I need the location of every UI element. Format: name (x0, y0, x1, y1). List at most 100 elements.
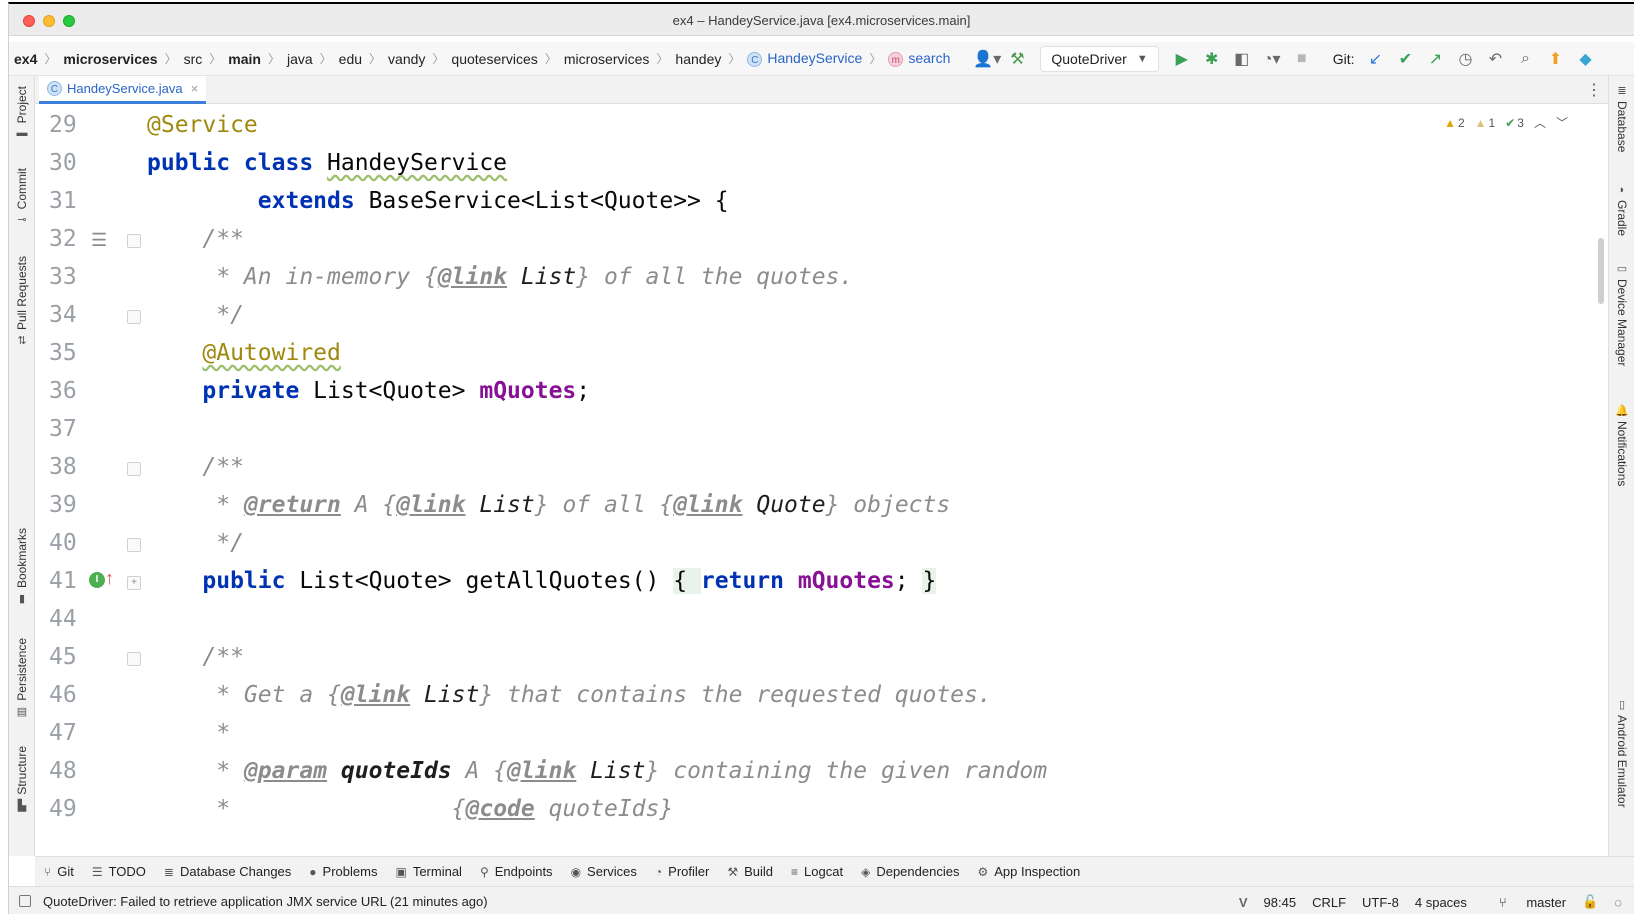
code-line[interactable]: 37 (35, 412, 1608, 450)
bottom-tool-problems[interactable]: ● Problems (309, 864, 377, 879)
tool-commit[interactable]: Commit ⊸ (9, 168, 35, 226)
line-number[interactable]: 36 (49, 378, 89, 404)
code-line[interactable]: 31 extends BaseService<List<Quote>> { (35, 184, 1608, 222)
caret-position[interactable]: 98:45 (1264, 895, 1297, 910)
line-number[interactable]: 33 (49, 264, 89, 290)
code-line[interactable]: 29 @Service (35, 108, 1608, 146)
tool-structure[interactable]: Structure ▙ (9, 746, 35, 812)
debug-icon[interactable]: ✱ (1197, 49, 1227, 69)
close-icon[interactable]: × (191, 81, 199, 96)
line-number[interactable]: 44 (49, 606, 89, 632)
line-number[interactable]: 48 (49, 758, 89, 784)
tool-device-manager[interactable]: ▭ Device Manager (1609, 262, 1634, 366)
bottom-tool-dependencies[interactable]: ◈ Dependencies (861, 864, 959, 879)
breadcrumb-item[interactable]: microservices (560, 51, 654, 67)
plugin-icon[interactable]: ◆ (1571, 49, 1601, 69)
bottom-tool-endpoints[interactable]: ⚲ Endpoints (480, 864, 553, 879)
inspection-widget[interactable]: ▲ 2 ▲ 1 ✔ 3 ︿ ﹀ (1434, 114, 1568, 131)
bottom-tool-logcat[interactable]: ≡ Logcat (791, 864, 843, 879)
code-line[interactable]: 48 * @param quoteIds A {@link List} cont… (35, 754, 1608, 792)
indent-setting[interactable]: 4 spaces (1415, 895, 1467, 910)
line-number[interactable]: 31 (49, 188, 89, 214)
line-number[interactable]: 30 (49, 150, 89, 176)
code-line[interactable]: 45 /** (35, 640, 1608, 678)
code-line[interactable]: 46 * Get a {@link List} that contains th… (35, 678, 1608, 716)
code-line[interactable]: 35 @Autowired (35, 336, 1608, 374)
line-number[interactable]: 32 (49, 226, 89, 252)
fold-collapse-icon[interactable] (127, 538, 141, 552)
line-number[interactable]: 35 (49, 340, 89, 366)
bottom-tool-app-inspection[interactable]: ⚙ App Inspection (977, 864, 1080, 879)
more-icon[interactable]: ⋮ (1586, 80, 1602, 100)
breadcrumb-item[interactable]: java (283, 51, 317, 67)
code-line[interactable]: 30 public class HandeyService (35, 146, 1608, 184)
git-push-icon[interactable]: ↗ (1421, 49, 1451, 69)
breadcrumb-item[interactable]: ex4 (10, 51, 41, 67)
tool-notifications[interactable]: 🔔 Notifications (1609, 404, 1634, 486)
hammer-icon[interactable]: ⚒ (1002, 49, 1032, 69)
code-line[interactable]: 34 */ (35, 298, 1608, 336)
line-number[interactable]: 39 (49, 492, 89, 518)
breadcrumb-method[interactable]: m search (884, 50, 954, 67)
code-line[interactable]: 44 (35, 602, 1608, 640)
tool-android-emulator[interactable]: ▯ Android Emulator (1609, 698, 1634, 808)
git-update-icon[interactable]: ↙ (1361, 49, 1391, 69)
breadcrumb-item[interactable]: quoteservices (447, 51, 541, 67)
fold-collapse-icon[interactable] (127, 234, 141, 248)
lock-icon[interactable]: 🔓 (1582, 894, 1598, 910)
line-ending[interactable]: CRLF (1312, 895, 1346, 910)
bottom-tool-todo[interactable]: ☰ TODO (92, 864, 146, 879)
tool-bookmarks[interactable]: Bookmarks ▮ (9, 528, 35, 605)
breadcrumb-item[interactable]: vandy (384, 51, 429, 67)
line-number[interactable]: 46 (49, 682, 89, 708)
file-encoding[interactable]: UTF-8 (1362, 895, 1399, 910)
code-line[interactable]: 32 ☰ /** (35, 222, 1608, 260)
line-number[interactable]: 38 (49, 454, 89, 480)
git-branch[interactable]: ⑂ master (1483, 895, 1566, 910)
coverage-icon[interactable]: ◧ (1227, 49, 1257, 69)
tool-windows-toggle-icon[interactable] (19, 895, 31, 907)
code-line[interactable]: 47 * (35, 716, 1608, 754)
editor-scrollbar[interactable] (1598, 238, 1604, 304)
breadcrumb-item[interactable]: edu (335, 51, 366, 67)
line-number[interactable]: 45 (49, 644, 89, 670)
code-line[interactable]: 33 * An in-memory {@link List} of all th… (35, 260, 1608, 298)
breadcrumb-class[interactable]: C HandeyService (743, 50, 866, 67)
breadcrumb-item[interactable]: microservices (59, 51, 161, 67)
line-number[interactable]: 29 (49, 112, 89, 138)
fold-collapse-icon[interactable] (127, 652, 141, 666)
line-number[interactable]: 40 (49, 530, 89, 556)
user-icon[interactable]: 👤▾ (972, 49, 1002, 69)
bottom-tool-git[interactable]: ⑂ Git (44, 864, 74, 879)
code-line[interactable]: 49 * {@code quoteIds} (35, 792, 1608, 830)
update-icon[interactable]: ⬆ (1541, 49, 1571, 69)
bottom-tool-terminal[interactable]: ▣ Terminal (395, 864, 461, 879)
run-configuration-select[interactable]: QuoteDriver ▼ (1040, 45, 1159, 72)
profile-icon[interactable]: ◔▾ (1257, 49, 1287, 69)
git-commit-icon[interactable]: ✔ (1391, 49, 1421, 69)
fold-collapse-icon[interactable] (127, 462, 141, 476)
line-number[interactable]: 49 (49, 796, 89, 822)
code-line[interactable]: 41 I ↑ + public List<Quote> getAllQuotes() … (35, 564, 1608, 602)
breadcrumb-item[interactable]: src (180, 51, 207, 67)
tool-gradle[interactable]: ◗ Gradle (1609, 184, 1634, 236)
tool-database[interactable]: ≣ Database (1609, 84, 1634, 152)
code-line[interactable]: 39 * @return A {@link List} of all {@lin… (35, 488, 1608, 526)
bottom-tool-profiler[interactable]: ◔ Profiler (655, 864, 709, 879)
search-icon[interactable]: ⌕ (1511, 50, 1541, 68)
fold-collapse-icon[interactable] (127, 310, 141, 324)
bottom-tool-services[interactable]: ◉ Services (571, 864, 637, 879)
rollback-icon[interactable]: ↶ (1481, 49, 1511, 69)
code-line[interactable]: 40 */ (35, 526, 1608, 564)
run-icon[interactable]: ▶ (1167, 49, 1197, 69)
bottom-tool-database-changes[interactable]: ≣ Database Changes (164, 864, 291, 879)
line-number[interactable]: 37 (49, 416, 89, 442)
bottom-tool-build[interactable]: ⚒ Build (727, 864, 773, 879)
history-icon[interactable]: ◷ (1451, 49, 1481, 69)
doc-render-icon[interactable]: ☰ (91, 230, 107, 251)
line-number[interactable]: 34 (49, 302, 89, 328)
code-line[interactable]: 36 private List<Quote> mQuotes; (35, 374, 1608, 412)
tab-handeyservice-java[interactable]: C HandeyService.java × (39, 76, 207, 104)
tool-pull-requests[interactable]: Pull Requests ⇅ (9, 256, 35, 347)
tool-project[interactable]: Project ▬ (9, 86, 35, 139)
